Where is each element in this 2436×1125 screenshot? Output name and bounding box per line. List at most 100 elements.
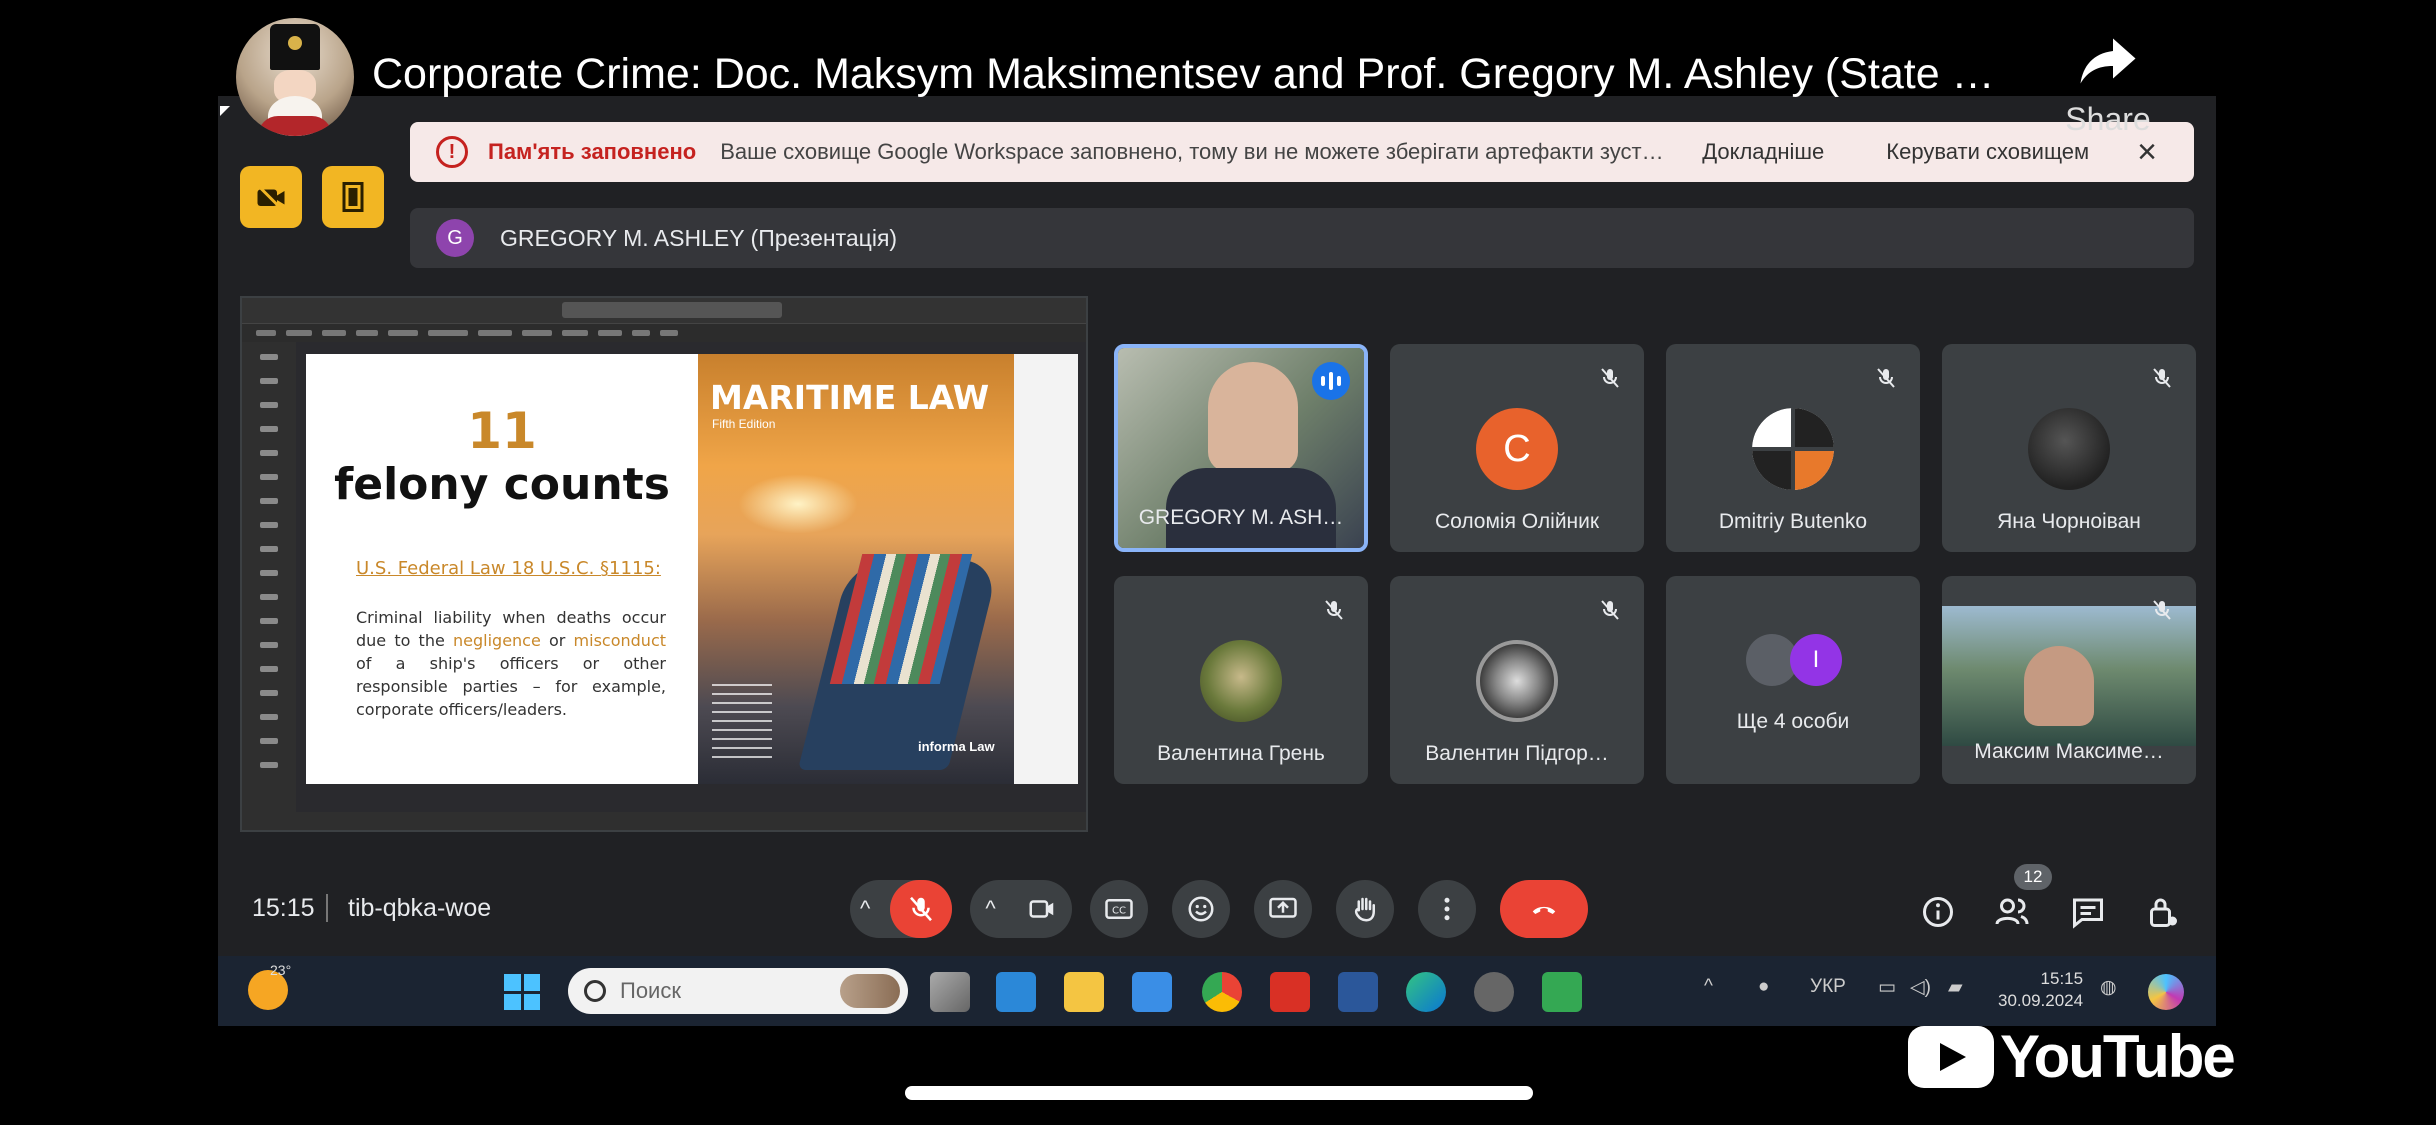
presentation-bar: G GREGORY M. ASHLEY (Презентація)	[410, 208, 2194, 268]
more-participants-tile[interactable]: I Ще 4 особи	[1666, 576, 1920, 784]
chrome-icon[interactable]	[1202, 972, 1242, 1012]
mic-off-icon	[1601, 600, 1619, 620]
acrobat-icon[interactable]	[1270, 972, 1310, 1012]
end-call-icon	[1532, 906, 1556, 914]
mail-app-icon[interactable]	[1132, 972, 1172, 1012]
shared-screen[interactable]: 11 felony counts U.S. Federal Law 18 U.S…	[240, 296, 1088, 832]
chevron-up-icon[interactable]: ^	[985, 896, 995, 922]
meeting-time: 15:15	[252, 894, 315, 922]
chevron-up-icon[interactable]: ^	[1704, 976, 1713, 998]
meeting-info-icon[interactable]	[1920, 894, 1956, 930]
book-cover-image: MARITIME LAW Fifth Edition informa Law	[698, 354, 1014, 784]
participant-avatar	[1476, 640, 1558, 722]
youtube-logo[interactable]: YouTube	[1908, 1022, 2236, 1091]
share-label: Share	[2065, 101, 2151, 137]
speaking-indicator-icon	[1312, 362, 1350, 400]
present-screen-icon	[1269, 897, 1297, 918]
closed-captions-icon: CC	[1105, 899, 1133, 919]
manage-storage-link[interactable]: Керувати сховищем	[1886, 139, 2089, 165]
camera-control[interactable]: ^	[970, 880, 1072, 938]
video-camera-icon[interactable]	[1027, 894, 1057, 924]
participant-tile[interactable]: Валентина Грень	[1114, 576, 1368, 784]
task-view-icon[interactable]	[930, 972, 970, 1012]
end-call-button[interactable]	[1500, 880, 1588, 938]
widgets-app-icon[interactable]	[996, 972, 1036, 1012]
file-explorer-icon[interactable]	[1064, 972, 1104, 1012]
windows-taskbar: 23° Поиск ^ ● УКР ▭ ◁) ▰ 15:15 30.09.202…	[218, 956, 2216, 1026]
participant-tile[interactable]: Валентин Підгор…	[1390, 576, 1644, 784]
book-title: MARITIME LAW	[710, 378, 990, 417]
language-indicator[interactable]: УКР	[1810, 976, 1846, 998]
captions-button[interactable]: CC	[1090, 880, 1148, 938]
word-icon[interactable]	[1338, 972, 1378, 1012]
settings-gear-icon[interactable]	[1474, 972, 1514, 1012]
presenter-label: GREGORY M. ASHLEY (Презентація)	[500, 224, 898, 251]
mic-control[interactable]: ^	[850, 880, 952, 938]
reactions-button[interactable]	[1172, 880, 1230, 938]
participant-name: Яна Чорноіван	[1997, 510, 2141, 533]
participant-name: Валентина Грень	[1157, 742, 1325, 765]
participant-avatar: C	[1476, 408, 1558, 490]
windows-start-icon[interactable]	[504, 974, 540, 1010]
mic-toggle-button[interactable]	[890, 880, 952, 938]
participant-tile[interactable]: Яна Чорноіван	[1942, 344, 2196, 552]
participant-avatar	[1752, 408, 1834, 490]
chevron-up-icon[interactable]: ^	[860, 896, 870, 922]
people-count-badge: 12	[2014, 864, 2052, 890]
slide-law: U.S. Federal Law 18 U.S.C. §1115:	[356, 558, 661, 579]
copilot-icon[interactable]	[2148, 974, 2184, 1010]
participant-tile[interactable]: Максим Максиме…	[1942, 576, 2196, 784]
mic-off-icon	[1325, 600, 1343, 620]
youtube-play-icon	[1908, 1025, 1994, 1088]
green-app-icon[interactable]	[1542, 972, 1582, 1012]
storage-full-banner: ! Пам'ять заповнено Ваше сховище Google …	[410, 122, 2194, 182]
mic-off-icon	[910, 896, 932, 922]
hand-icon	[1354, 897, 1375, 922]
share-button[interactable]: Share	[2058, 36, 2158, 138]
more-options-button[interactable]	[1418, 880, 1476, 938]
tools-sidebar	[242, 342, 296, 812]
clock-time: 15:15	[2040, 969, 2084, 988]
host-controls-lock-icon[interactable]	[2144, 894, 2180, 930]
battery-icon[interactable]: ▰	[1948, 976, 1963, 999]
youtube-wordmark: YouTube	[2000, 1023, 2236, 1090]
presenter-avatar: G	[436, 219, 474, 257]
taskbar-clock[interactable]: 15:15 30.09.2024	[1998, 968, 2083, 1012]
camera-off-indicator[interactable]	[240, 166, 302, 228]
learn-more-link[interactable]: Докладніше	[1702, 139, 1824, 165]
participant-name: Максим Максиме…	[1974, 740, 2164, 763]
close-icon[interactable]: ×	[2137, 133, 2157, 172]
warning-icon: !	[436, 136, 468, 168]
network-icon[interactable]: ▭	[1878, 976, 1896, 999]
chat-icon[interactable]	[2070, 894, 2106, 930]
search-icon	[584, 980, 606, 1002]
video-player[interactable]: ! Пам'ять заповнено Ваше сховище Google …	[218, 96, 2216, 1026]
more-vert-icon	[1444, 897, 1450, 921]
meeting-code: tib-qbka-woe	[348, 894, 492, 922]
participant-tile[interactable]: GREGORY M. ASH…	[1114, 344, 1368, 552]
participant-tile[interactable]: C Соломія Олійник	[1390, 344, 1644, 552]
emoji-icon	[1188, 896, 1214, 922]
app-titlebar	[242, 298, 1086, 324]
notification-icon[interactable]: ◍	[2100, 976, 2117, 999]
participant-avatar: I	[1790, 634, 1842, 686]
video-title[interactable]: Corporate Crime: Doc. Maksym Maksimentse…	[372, 50, 2022, 99]
edge-icon[interactable]	[1406, 972, 1446, 1012]
leave-door-button[interactable]	[322, 166, 384, 228]
book-edition: Fifth Edition	[712, 417, 776, 431]
channel-avatar[interactable]	[236, 18, 354, 136]
participant-name: GREGORY M. ASH…	[1138, 506, 1344, 529]
slide-description: Criminal liability when deaths occur due…	[356, 608, 667, 719]
taskbar-search[interactable]: Поиск	[568, 968, 908, 1014]
raise-hand-button[interactable]	[1336, 880, 1394, 938]
more-participants-label: Ще 4 особи	[1736, 710, 1850, 733]
book-publisher: informa Law	[918, 739, 995, 754]
participant-tile[interactable]: Dmitriy Butenko	[1666, 344, 1920, 552]
home-indicator[interactable]	[905, 1086, 1533, 1100]
present-screen-button[interactable]	[1254, 880, 1312, 938]
microphone-tray-icon[interactable]: ●	[1758, 976, 1769, 998]
volume-icon[interactable]: ◁)	[1910, 976, 1931, 999]
mic-off-icon	[1877, 368, 1895, 388]
people-icon[interactable]	[1994, 894, 2030, 930]
slide-count: 11	[467, 402, 537, 460]
